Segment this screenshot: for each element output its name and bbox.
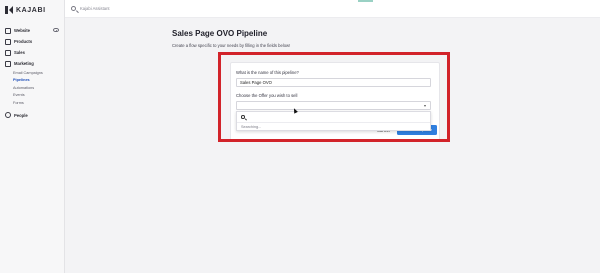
app-window: KAJABI Website Products Sales Marketing … <box>0 0 600 273</box>
sidebar-item-marketing[interactable]: Marketing <box>0 58 65 69</box>
sidebar-item-label: People <box>14 112 28 118</box>
dropdown-divider <box>237 122 430 123</box>
tag-icon <box>5 49 11 56</box>
sidebar-item-sales[interactable]: Sales <box>0 47 65 58</box>
search-icon <box>241 115 245 119</box>
sidebar-item-label: Marketing <box>14 61 34 66</box>
sidebar-subitem-pipelines[interactable]: Pipelines <box>0 77 65 85</box>
kajabi-logo-icon <box>5 6 13 14</box>
brand-name: KAJABI <box>16 6 46 14</box>
main-content: Sales Page OVO Pipeline Create a flow sp… <box>65 18 600 273</box>
eye-icon[interactable] <box>53 28 59 32</box>
megaphone-icon <box>5 60 11 67</box>
sidebar-nav: Website Products Sales Marketing Email C… <box>0 25 65 121</box>
sidebar-item-label: Website <box>14 28 30 33</box>
pipeline-form-card: What is the name of this pipeline? Choos… <box>230 62 440 141</box>
chevron-down-icon <box>424 105 426 107</box>
sidebar-item-website[interactable]: Website <box>0 25 65 36</box>
search-icon <box>71 6 76 11</box>
dropdown-status: Searching... <box>241 125 262 129</box>
box-icon <box>5 38 11 45</box>
sidebar-item-products[interactable]: Products <box>0 36 65 47</box>
sidebar-item-label: Products <box>14 39 33 44</box>
page-title: Sales Page OVO Pipeline <box>172 29 268 38</box>
sidebar-subitem-automations[interactable]: Automations <box>0 84 65 92</box>
sidebar: KAJABI Website Products Sales Marketing … <box>0 0 65 273</box>
sidebar-subitem-email-campaigns[interactable]: Email Campaigns <box>0 69 65 77</box>
pipeline-name-label: What is the name of this pipeline? <box>236 70 299 75</box>
sidebar-subitem-forms[interactable]: Forms <box>0 99 65 107</box>
offer-dropdown: Searching... <box>236 111 431 131</box>
loading-indicator <box>358 0 373 2</box>
assistant-search-input[interactable]: Kajabi Assistant <box>80 6 110 11</box>
offer-select[interactable] <box>236 101 431 110</box>
offer-select-label: Choose the Offer you wish to sell <box>236 93 298 98</box>
sidebar-subitem-events[interactable]: Events <box>0 92 65 100</box>
brand-logo[interactable]: KAJABI <box>5 5 46 15</box>
pipeline-name-input[interactable] <box>236 78 431 87</box>
top-bar: Kajabi Assistant <box>65 0 600 18</box>
sidebar-item-label: Sales <box>14 50 25 55</box>
page-subtitle: Create a flow specific to your needs by … <box>172 43 291 48</box>
monitor-icon <box>5 27 11 34</box>
people-icon <box>5 112 11 118</box>
sidebar-item-people[interactable]: People <box>0 110 65 121</box>
